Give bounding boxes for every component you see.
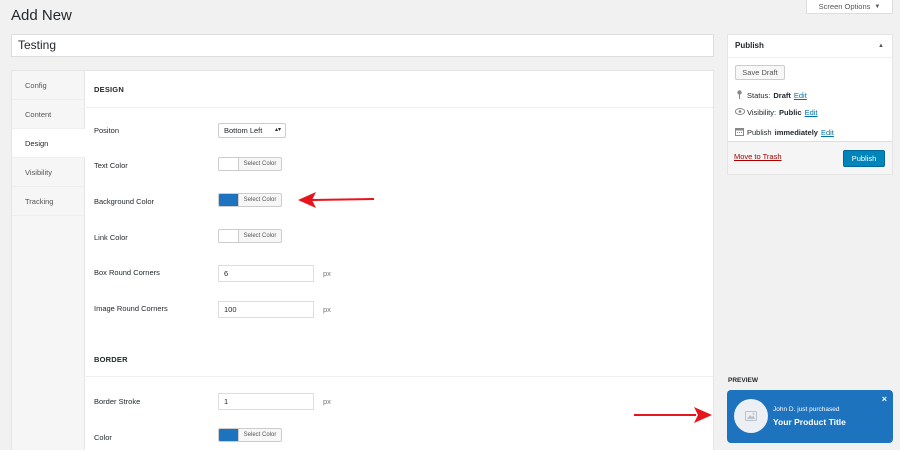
move-to-trash-link[interactable]: Move to Trash (734, 152, 782, 161)
position-select[interactable]: Bottom Left ▴▾ (218, 123, 286, 138)
visibility-row: Visibility: Public Edit (734, 108, 818, 117)
background-color-swatch (219, 194, 239, 206)
visibility-label: Visibility: (747, 108, 777, 117)
select-color-label: Select Color (243, 233, 277, 239)
divider (86, 107, 713, 108)
unit-label: px (323, 305, 331, 314)
publish-title: Publish (735, 41, 764, 50)
red-arrow-icon (298, 192, 375, 208)
design-heading: DESIGN (94, 85, 124, 94)
tab-config[interactable]: Config (12, 71, 84, 100)
close-icon[interactable]: × (882, 394, 887, 404)
border-stroke-input[interactable]: 1 (218, 393, 314, 410)
border-stroke-label: Border Stroke (94, 397, 141, 406)
save-draft-button[interactable]: Save Draft (735, 65, 785, 80)
page-title: Add New (11, 7, 72, 24)
schedule-row: Publish immediately Edit (735, 127, 834, 138)
preview-line1: John D. just purchased (773, 406, 840, 413)
design-content: DESIGN Positon Bottom Left ▴▾ Text Color… (86, 71, 713, 450)
text-color-label: Text Color (94, 161, 128, 170)
background-color-label: Background Color (94, 197, 155, 206)
border-color-swatch (219, 429, 239, 441)
screen-options-label: Screen Options (818, 2, 871, 11)
calendar-icon (735, 127, 744, 138)
publish-label: Publish (747, 128, 772, 137)
settings-tabs: Config Content Design Visibility Trackin… (12, 71, 85, 450)
publish-actions: Move to Trash Publish (728, 141, 892, 174)
red-arrow-icon (634, 407, 712, 423)
border-color-label: Color (94, 433, 112, 442)
visibility-value: Public (779, 108, 802, 117)
caret-down-icon: ▼ (874, 3, 881, 10)
tab-visibility[interactable]: Visibility (12, 158, 84, 187)
eye-icon (734, 108, 746, 117)
unit-label: px (323, 269, 331, 278)
status-row: Status: Draft Edit (735, 90, 807, 101)
position-value: Bottom Left (224, 126, 263, 135)
link-color-label: Link Color (94, 233, 128, 242)
image-round-corners-label: Image Round Corners (94, 304, 168, 313)
border-color-picker[interactable]: Select Color (218, 428, 282, 442)
post-title-input[interactable]: Testing (11, 34, 714, 57)
publish-edit-link[interactable]: Edit (821, 128, 834, 137)
caret-up-icon[interactable]: ▲ (878, 35, 884, 57)
publish-button[interactable]: Publish (843, 150, 885, 167)
border-heading: BORDER (94, 355, 128, 364)
status-edit-link[interactable]: Edit (794, 91, 807, 100)
background-color-picker[interactable]: Select Color (218, 193, 282, 207)
unit-label: px (323, 397, 331, 406)
select-color-label: Select Color (243, 197, 277, 203)
select-color-label: Select Color (243, 432, 277, 438)
divider (86, 376, 713, 377)
settings-panel: Config Content Design Visibility Trackin… (11, 70, 714, 450)
link-color-swatch (219, 230, 239, 242)
text-color-swatch (219, 158, 239, 170)
text-color-picker[interactable]: Select Color (218, 157, 282, 171)
publish-box: Publish ▲ Save Draft Status: Draft Edit … (727, 34, 893, 175)
tab-tracking[interactable]: Tracking (12, 187, 84, 216)
status-label: Status: (747, 91, 771, 100)
box-round-corners-input[interactable]: 6 (218, 265, 314, 282)
image-round-corners-input[interactable]: 100 (218, 301, 314, 318)
select-color-label: Select Color (243, 161, 277, 167)
select-arrows-icon: ▴▾ (274, 127, 281, 133)
publish-value: immediately (774, 128, 818, 137)
link-color-picker[interactable]: Select Color (218, 229, 282, 243)
publish-header[interactable]: Publish ▲ (728, 35, 892, 58)
visibility-edit-link[interactable]: Edit (805, 108, 818, 117)
status-value: Draft (773, 91, 791, 100)
preview-line2: Your Product Title (773, 417, 846, 427)
screen-options-button[interactable]: Screen Options ▼ (806, 0, 893, 14)
image-icon (734, 399, 768, 433)
tab-design[interactable]: Design (12, 129, 85, 158)
position-label: Positon (94, 126, 120, 135)
preview-notification: John D. just purchased Your Product Titl… (727, 390, 893, 443)
tab-content[interactable]: Content (12, 100, 84, 129)
box-round-corners-label: Box Round Corners (94, 268, 160, 277)
preview-label: PREVIEW (728, 377, 758, 384)
pin-icon (735, 90, 744, 101)
